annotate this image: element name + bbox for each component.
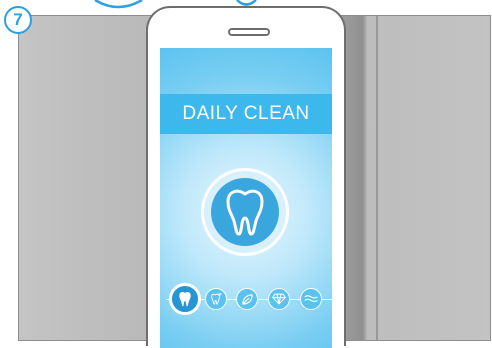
mode-sensitive-button[interactable] [300, 288, 322, 310]
mode-gum-care-button[interactable] [236, 288, 258, 310]
diamond-icon [272, 293, 286, 305]
tooth-icon [211, 178, 279, 246]
phone-speaker [228, 28, 270, 36]
tooth-sparkle-icon [211, 292, 222, 305]
app-screen: DAILY CLEAN [160, 48, 332, 348]
mode-daily-clean-button[interactable] [169, 283, 201, 315]
mode-title: DAILY CLEAN [182, 103, 310, 124]
main-tooth-button[interactable] [201, 168, 289, 256]
panel-divider-right [376, 16, 378, 340]
mode-selector [166, 280, 332, 320]
mode-polish-button[interactable] [268, 288, 290, 310]
tooth-icon [179, 292, 191, 307]
wave-icon [304, 295, 318, 303]
step-number: 7 [13, 10, 23, 29]
mode-whitening-button[interactable] [205, 288, 227, 310]
mode-title-bar: DAILY CLEAN [160, 94, 332, 134]
leaf-icon [241, 293, 253, 305]
smartphone: DAILY CLEAN [146, 6, 346, 348]
step-number-badge: 7 [4, 6, 32, 34]
